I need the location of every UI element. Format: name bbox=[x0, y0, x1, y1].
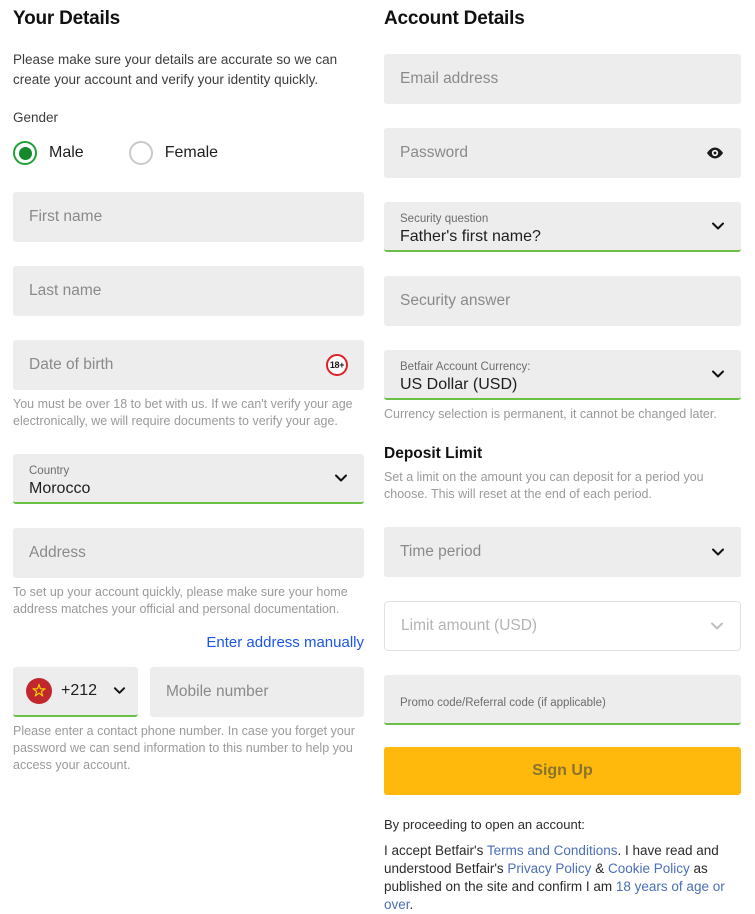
gender-label: Gender bbox=[13, 110, 59, 125]
address-placeholder: Address bbox=[29, 544, 86, 561]
signup-button[interactable]: Sign Up bbox=[384, 747, 741, 795]
promo-code-field[interactable]: Promo code/Referral code (if applicable) bbox=[384, 675, 741, 725]
terms-text-5: . bbox=[409, 897, 414, 912]
eye-icon[interactable] bbox=[705, 143, 725, 163]
radio-female-icon[interactable] bbox=[128, 141, 153, 165]
cookie-policy-link[interactable]: Cookie Policy bbox=[608, 861, 690, 876]
radio-female[interactable]: Female bbox=[128, 141, 219, 165]
chevron-down-icon bbox=[710, 619, 724, 633]
currency-value: US Dollar (USD) bbox=[400, 376, 518, 393]
password-field[interactable]: Password bbox=[384, 128, 741, 178]
signup-page: Your Details Please make sure your detai… bbox=[0, 0, 755, 912]
age-18-plus-icon: 18+ bbox=[326, 354, 348, 376]
deposit-limit-title: Deposit Limit bbox=[384, 445, 483, 462]
mobile-number-field[interactable]: Mobile number bbox=[150, 667, 364, 717]
country-select[interactable]: Country Morocco bbox=[13, 454, 364, 504]
chevron-down-icon bbox=[711, 367, 725, 381]
page-title: Your Details bbox=[13, 8, 121, 29]
intro-text: Please make sure your details are accura… bbox=[13, 52, 338, 87]
terms-text-3: & bbox=[591, 861, 608, 876]
address-helper: To set up your account quickly, please m… bbox=[13, 585, 348, 616]
address-field[interactable]: Address bbox=[13, 528, 364, 578]
morocco-flag-icon bbox=[26, 678, 52, 704]
mobile-number-placeholder: Mobile number bbox=[166, 683, 269, 700]
security-question-label: Security question bbox=[400, 213, 489, 225]
email-field[interactable]: Email address bbox=[384, 54, 741, 104]
country-value: Morocco bbox=[29, 480, 91, 497]
chevron-down-icon bbox=[711, 545, 725, 559]
radio-male[interactable]: Male bbox=[13, 141, 84, 165]
security-question-select[interactable]: Security question Father's first name? bbox=[384, 202, 741, 252]
radio-female-label: Female bbox=[164, 144, 219, 161]
security-answer-placeholder: Security answer bbox=[400, 292, 511, 309]
limit-amount-select[interactable]: Limit amount (USD) bbox=[384, 601, 741, 651]
chevron-down-icon bbox=[334, 471, 348, 485]
email-placeholder: Email address bbox=[400, 70, 499, 87]
account-details-title: Account Details bbox=[384, 8, 525, 29]
chevron-down-icon bbox=[113, 684, 127, 698]
privacy-policy-link[interactable]: Privacy Policy bbox=[507, 861, 591, 876]
terms-text-1: I accept Betfair's bbox=[384, 843, 487, 858]
phone-row: +212 Mobile number bbox=[13, 667, 364, 717]
deposit-limit-description: Set a limit on the amount you can deposi… bbox=[384, 470, 704, 501]
currency-label: Betfair Account Currency: bbox=[400, 361, 531, 373]
account-details-column: Account Details Email address Password S… bbox=[377, 0, 754, 912]
terms-body: I accept Betfair's Terms and Conditions.… bbox=[384, 842, 741, 914]
country-label: Country bbox=[29, 465, 70, 477]
limit-amount-placeholder: Limit amount (USD) bbox=[401, 617, 538, 634]
date-of-birth-placeholder: Date of birth bbox=[29, 356, 114, 373]
country-code-value: +212 bbox=[61, 682, 98, 699]
security-question-value: Father's first name? bbox=[400, 228, 541, 245]
terms-and-conditions-link[interactable]: Terms and Conditions bbox=[487, 843, 618, 858]
date-of-birth-helper: You must be over 18 to bet with us. If w… bbox=[13, 397, 353, 428]
date-of-birth-field[interactable]: Date of birth 18+ bbox=[13, 340, 364, 390]
promo-code-label: Promo code/Referral code (if applicable) bbox=[400, 696, 606, 709]
radio-male-label: Male bbox=[49, 144, 84, 161]
terms-lead: By proceeding to open an account: bbox=[384, 817, 585, 832]
currency-select[interactable]: Betfair Account Currency: US Dollar (USD… bbox=[384, 350, 741, 400]
radio-male-icon[interactable] bbox=[13, 141, 37, 165]
your-details-column: Your Details Please make sure your detai… bbox=[0, 0, 377, 892]
time-period-select[interactable]: Time period bbox=[384, 527, 741, 577]
password-placeholder: Password bbox=[400, 144, 469, 161]
country-code-select[interactable]: +212 bbox=[13, 667, 138, 717]
last-name-placeholder: Last name bbox=[29, 282, 102, 299]
gender-radio-group: Male Female bbox=[13, 138, 364, 168]
phone-helper: Please enter a contact phone number. In … bbox=[13, 724, 355, 772]
currency-helper: Currency selection is permanent, it cann… bbox=[384, 407, 717, 421]
first-name-field[interactable]: First name bbox=[13, 192, 364, 242]
first-name-placeholder: First name bbox=[29, 208, 103, 225]
last-name-field[interactable]: Last name bbox=[13, 266, 364, 316]
chevron-down-icon bbox=[711, 219, 725, 233]
security-answer-field[interactable]: Security answer bbox=[384, 276, 741, 326]
enter-address-manually-link[interactable]: Enter address manually bbox=[13, 634, 364, 651]
time-period-placeholder: Time period bbox=[400, 543, 482, 560]
